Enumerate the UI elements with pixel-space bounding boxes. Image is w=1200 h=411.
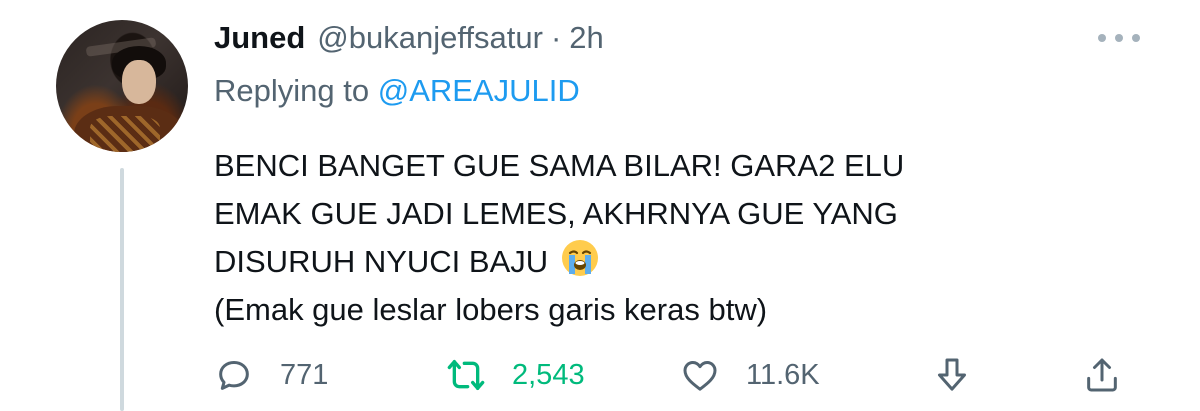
reply-button[interactable]: 771 xyxy=(214,350,328,400)
share-button[interactable] xyxy=(1082,350,1122,400)
tweet[interactable]: Juned @bukanjeffsatur · 2h Replying to @… xyxy=(0,0,1200,411)
tweet-text-line: BENCI BANGET GUE SAMA BILAR! GARA2 ELU xyxy=(214,148,905,183)
thread-line xyxy=(120,168,124,411)
retweet-count: 2,543 xyxy=(512,358,585,391)
retweet-button[interactable]: 2,543 xyxy=(446,350,585,400)
loudly-crying-face-icon xyxy=(562,240,599,276)
tweet-text-segment: DISURUH NYUCI BAJU xyxy=(214,244,549,279)
heart-icon xyxy=(683,361,717,391)
user-handle[interactable]: @bukanjeffsatur xyxy=(317,20,543,56)
mention-link[interactable]: @AREAJULID xyxy=(378,73,580,108)
timestamp[interactable]: 2h xyxy=(569,20,603,56)
separator-dot: · xyxy=(550,20,562,55)
downvote-button[interactable] xyxy=(932,350,972,400)
share-icon xyxy=(1087,358,1117,392)
tweet-text-line: EMAK GUE JADI LEMES, AKHRNYA GUE YANG xyxy=(214,196,898,231)
more-horizontal-icon[interactable] xyxy=(1098,28,1140,48)
tweet-text-line: (Emak gue leslar lobers garis keras btw) xyxy=(214,292,768,327)
like-button[interactable]: 11.6K xyxy=(680,350,820,400)
reply-icon xyxy=(219,361,249,390)
tweet-header: Juned @bukanjeffsatur · 2h xyxy=(214,16,604,60)
replying-to-label: Replying to xyxy=(214,73,370,108)
retweet-icon xyxy=(447,360,485,390)
tweet-text-line: DISURUH NYUCI BAJU xyxy=(214,238,1154,286)
like-count: 11.6K xyxy=(746,358,820,391)
reply-count: 771 xyxy=(280,358,329,391)
replying-to: Replying to @AREAJULID xyxy=(214,73,580,109)
action-bar: 771 2,543 11.6K xyxy=(214,350,1154,400)
display-name[interactable]: Juned xyxy=(214,20,305,56)
tweet-text: BENCI BANGET GUE SAMA BILAR! GARA2 ELU E… xyxy=(214,142,1154,334)
downvote-arrow-icon xyxy=(938,358,966,391)
avatar[interactable] xyxy=(56,20,188,152)
